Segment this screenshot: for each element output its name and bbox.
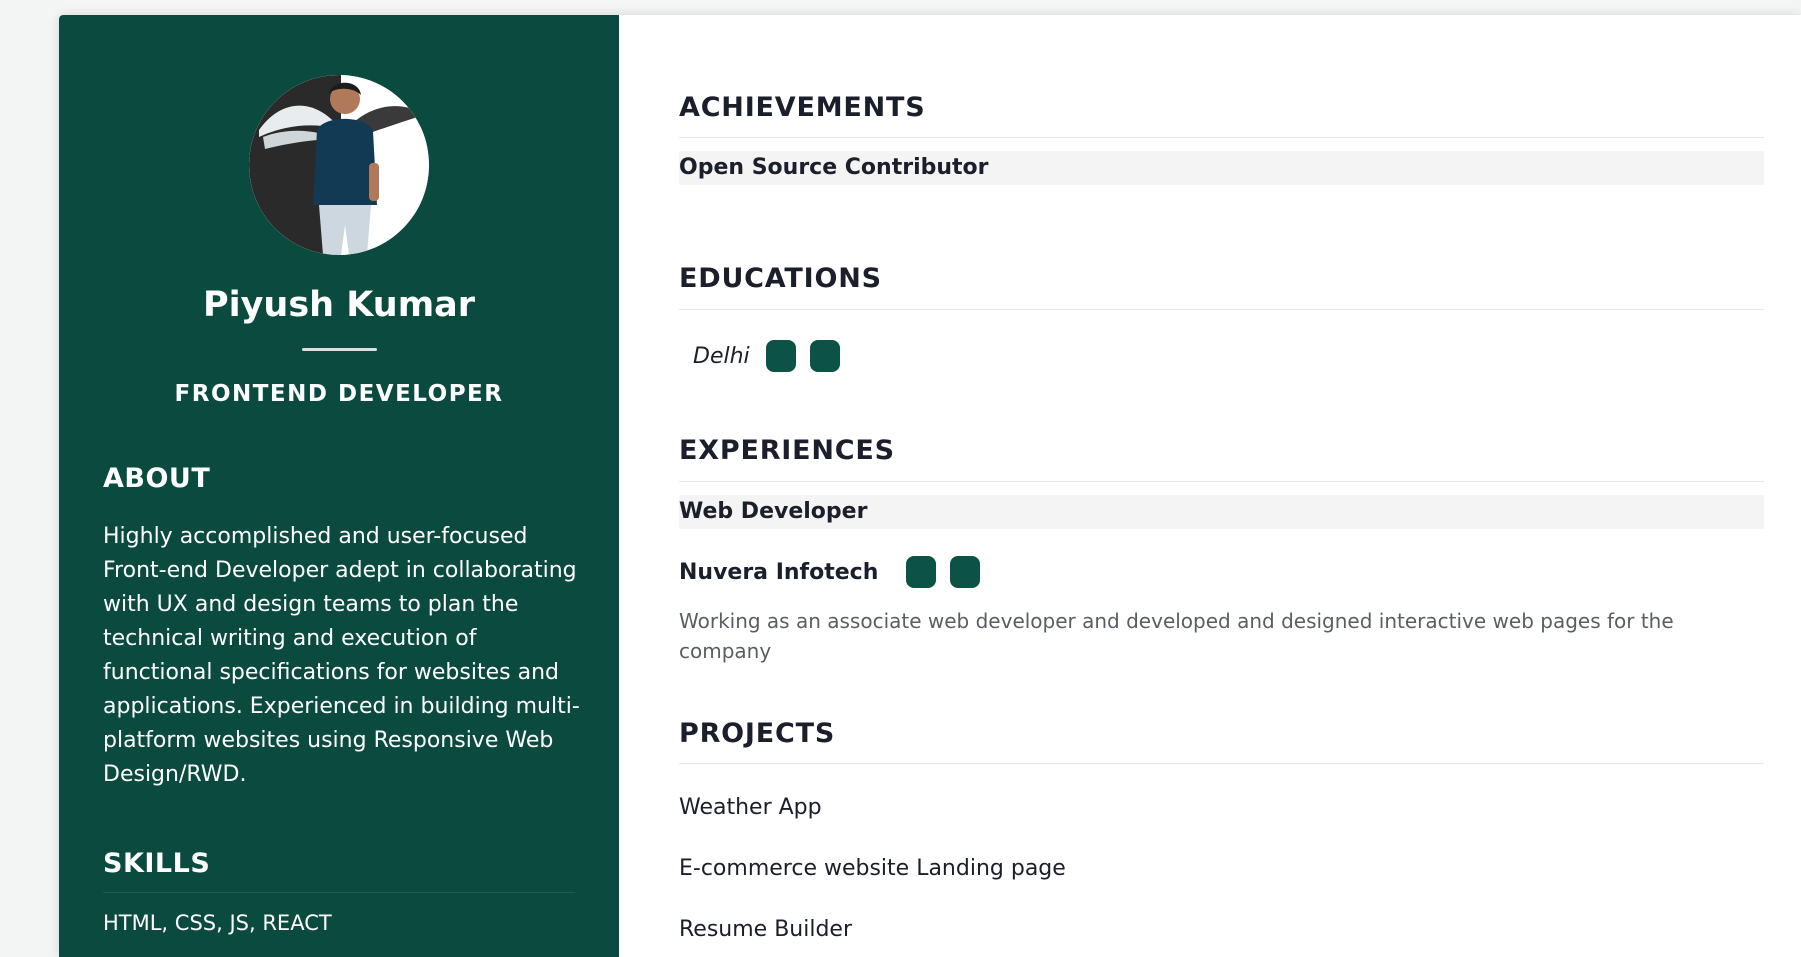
skills-divider bbox=[103, 892, 575, 893]
projects-divider bbox=[679, 763, 1764, 764]
experience-title: Web Developer bbox=[679, 499, 868, 524]
main-content: ACHIEVEMENTS Open Source Contributor EDU… bbox=[679, 15, 1764, 957]
experiences-divider bbox=[679, 481, 1764, 482]
skills-heading: SKILLS bbox=[103, 848, 211, 879]
education-item: Delhi bbox=[693, 339, 840, 373]
profile-role: FRONTEND DEVELOPER bbox=[174, 381, 504, 407]
resume-page: Piyush Kumar FRONTEND DEVELOPER ABOUT Hi… bbox=[59, 15, 1801, 957]
about-text: Highly accomplished and user-focused Fro… bbox=[103, 524, 580, 787]
experience-date-badge bbox=[950, 556, 981, 588]
skills-text: HTML, CSS, JS, REACT bbox=[103, 911, 332, 935]
name-divider bbox=[302, 348, 377, 351]
avatar bbox=[249, 75, 429, 255]
educations-divider bbox=[679, 309, 1764, 310]
experience-date-badge bbox=[906, 556, 937, 588]
achievement-title: Open Source Contributor bbox=[679, 155, 989, 180]
education-date-badge bbox=[809, 340, 840, 372]
experience-company: Nuvera Infotech bbox=[679, 559, 879, 585]
experiences-heading: EXPERIENCES bbox=[679, 435, 895, 466]
experience-description: Working as an associate web developer an… bbox=[679, 609, 1674, 663]
project-item: Resume Builder bbox=[679, 917, 853, 942]
profile-name: Piyush Kumar bbox=[202, 285, 476, 325]
project-item: E-commerce website Landing page bbox=[679, 856, 1066, 881]
experience-company-row: Nuvera Infotech bbox=[679, 555, 981, 589]
experience-title-band: Web Developer bbox=[679, 495, 1764, 529]
achievements-divider bbox=[679, 137, 1764, 138]
about-heading: ABOUT bbox=[103, 463, 211, 494]
profile-photo-icon bbox=[249, 75, 429, 255]
educations-heading: EDUCATIONS bbox=[679, 263, 882, 294]
projects-heading: PROJECTS bbox=[679, 718, 836, 749]
achievements-heading: ACHIEVEMENTS bbox=[679, 92, 926, 123]
project-item: Weather App bbox=[679, 795, 822, 820]
sidebar: Piyush Kumar FRONTEND DEVELOPER ABOUT Hi… bbox=[59, 15, 619, 957]
education-date-badge bbox=[765, 340, 796, 372]
education-location: Delhi bbox=[693, 343, 750, 369]
achievement-item: Open Source Contributor bbox=[679, 151, 1764, 185]
